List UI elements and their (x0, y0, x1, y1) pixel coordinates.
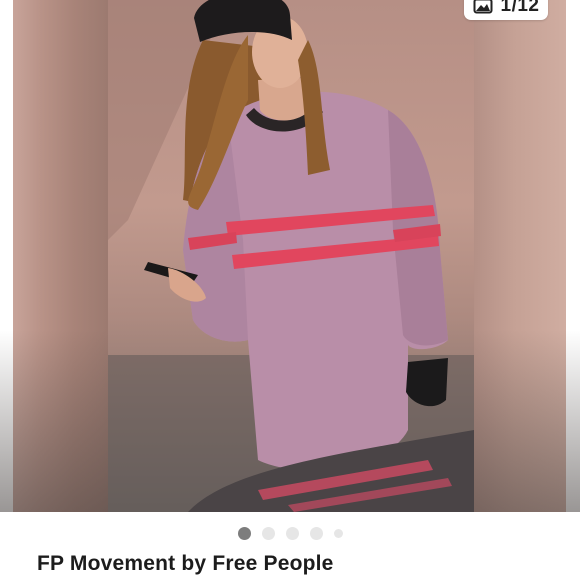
carousel-dots (0, 526, 580, 540)
carousel-dot-3[interactable] (285, 526, 299, 540)
carousel-dot-5[interactable] (333, 528, 343, 538)
photo-counter-badge: 1/12 (464, 0, 548, 20)
photo-blur-right (474, 0, 580, 512)
brand-name[interactable]: FP Movement by Free People (37, 552, 334, 576)
model-photo-illustration (108, 0, 474, 512)
carousel-dot-4[interactable] (309, 526, 323, 540)
photo-blur-left (0, 0, 108, 512)
image-gallery-icon (473, 0, 492, 14)
carousel-dot-2[interactable] (261, 526, 275, 540)
carousel-dot-1[interactable] (237, 526, 251, 540)
listing-screen: 1/12 FP Movement by Free People (0, 0, 580, 580)
photo-counter-text: 1/12 (500, 0, 540, 16)
product-photo[interactable] (108, 0, 474, 512)
